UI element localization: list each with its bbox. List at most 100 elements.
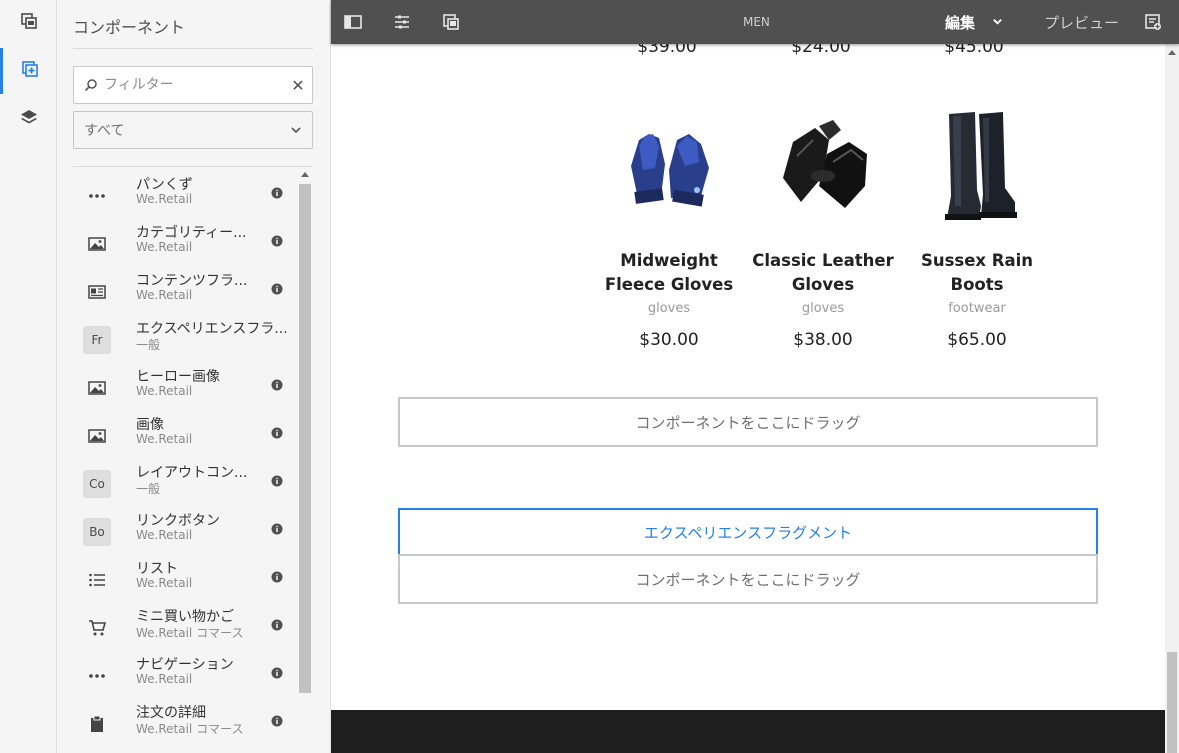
- info-icon[interactable]: [271, 712, 283, 727]
- editor-toolbar: MEN 編集 プレビュー: [331, 0, 1179, 44]
- info-icon[interactable]: [271, 616, 283, 631]
- emulator-icon[interactable]: [442, 13, 460, 31]
- component-group: We.Retail: [136, 192, 193, 206]
- component-abbr-badge: Fr: [83, 326, 111, 354]
- product-name[interactable]: Classic Leather Gloves: [748, 249, 898, 297]
- product-name[interactable]: Midweight Fleece Gloves: [594, 249, 744, 297]
- mode-selector[interactable]: 編集: [945, 12, 975, 33]
- chevron-down-icon[interactable]: [992, 16, 1003, 27]
- component-group: We.Retail: [136, 432, 193, 446]
- list-divider: [73, 166, 313, 167]
- info-icon[interactable]: [271, 472, 283, 487]
- panel-title: コンポーネント: [73, 18, 186, 37]
- component-abbr: Bo: [83, 518, 111, 546]
- component-item[interactable]: Fr エクスペリエンスフラ... 一般: [73, 312, 297, 360]
- page-info-icon: [20, 12, 38, 34]
- component-name: レイアウトコン...: [136, 465, 248, 481]
- info-icon[interactable]: [271, 232, 283, 247]
- page-canvas: $39.00 $24.00 $45.00 Midweight Fleece Gl…: [331, 44, 1165, 753]
- image-icon: [83, 374, 111, 402]
- component-item[interactable]: ヒーロー画像 We.Retail: [73, 360, 297, 408]
- layers-rail-button[interactable]: [0, 96, 57, 142]
- product-price: $65.00: [947, 330, 1007, 350]
- experience-fragment-component[interactable]: エクスペリエンスフラグメント: [398, 508, 1098, 556]
- page-title: MEN: [743, 15, 770, 29]
- panel-scroll-thumb[interactable]: [299, 184, 311, 693]
- product-card[interactable]: Classic Leather Gloves gloves $38.00: [748, 106, 898, 350]
- product-card[interactable]: Sussex Rain Boots footwear $65.00: [902, 106, 1052, 350]
- component-item[interactable]: 画像 We.Retail: [73, 408, 297, 456]
- info-icon[interactable]: [271, 520, 283, 535]
- page-info-rail-button[interactable]: [0, 0, 57, 46]
- info-icon[interactable]: [271, 280, 283, 295]
- product-category: gloves: [801, 301, 845, 316]
- components-icon: [21, 60, 39, 82]
- component-dropzone[interactable]: コンポーネントをここにドラッグ: [398, 554, 1098, 604]
- content-scroll-thumb[interactable]: [1167, 652, 1177, 753]
- component-name: コンテンツフラ...: [136, 273, 248, 289]
- blue-gloves-image: [631, 134, 709, 207]
- scroll-up-arrow[interactable]: [301, 172, 309, 177]
- panel-scrollbar[interactable]: [298, 170, 312, 753]
- component-item[interactable]: 注文の詳細 We.Retail コマース: [73, 696, 297, 744]
- page-properties-icon[interactable]: [393, 13, 411, 31]
- product-price: $45.00: [944, 44, 1004, 57]
- component-dropzone[interactable]: コンポーネントをここにドラッグ: [398, 397, 1098, 447]
- component-abbr-badge: Co: [83, 470, 111, 498]
- component-abbr: Fr: [83, 326, 111, 354]
- component-name: パンくず: [136, 177, 193, 193]
- info-icon[interactable]: [271, 568, 283, 583]
- component-item[interactable]: パンくず We.Retail: [73, 168, 297, 216]
- product-name[interactable]: Sussex Rain Boots: [902, 249, 1052, 297]
- more-horizontal-icon: [83, 182, 111, 210]
- side-rail: [0, 0, 57, 753]
- component-list: パンくず We.Retail カテゴリティー... We.Retail コンテンツフラ.…: [73, 168, 297, 753]
- preview-button[interactable]: プレビュー: [1044, 12, 1119, 33]
- component-item[interactable]: カテゴリティー... We.Retail: [73, 216, 297, 264]
- component-group: 一般: [136, 338, 161, 352]
- product-category: gloves: [647, 301, 691, 316]
- component-group: We.Retail: [136, 672, 193, 686]
- component-name: 画像: [136, 417, 164, 433]
- component-group: We.Retail: [136, 384, 193, 398]
- panel-divider: [73, 48, 313, 49]
- component-abbr: Co: [83, 470, 111, 498]
- component-item[interactable]: Co レイアウトコン... 一般: [73, 456, 297, 504]
- component-group: We.Retail: [136, 240, 193, 254]
- group-select-value: すべて: [84, 123, 125, 139]
- component-item[interactable]: コンテンツフラ... We.Retail: [73, 264, 297, 312]
- clipboard-icon: [83, 710, 111, 738]
- component-item[interactable]: ミニ買い物かご We.Retail コマース: [73, 600, 297, 648]
- component-group: We.Retail: [136, 288, 193, 302]
- scroll-up-arrow[interactable]: [1168, 50, 1176, 55]
- info-icon[interactable]: [271, 424, 283, 439]
- info-icon[interactable]: [271, 376, 283, 391]
- component-name: カテゴリティー...: [136, 225, 247, 241]
- component-item[interactable]: ナビゲーション We.Retail: [73, 648, 297, 696]
- chevron-down-icon: [291, 127, 301, 134]
- components-rail-button[interactable]: [0, 48, 57, 94]
- search-icon: [84, 79, 97, 92]
- component-group: We.Retail コマース: [136, 722, 244, 736]
- product-category: footwear: [948, 301, 1006, 316]
- filter-input[interactable]: [104, 77, 284, 93]
- rain-boots-image: [945, 112, 1017, 220]
- component-item[interactable]: Bo リンクボタン We.Retail: [73, 504, 297, 552]
- more-horizontal-icon: [83, 662, 111, 690]
- filter-field[interactable]: ✕: [73, 66, 313, 104]
- component-name: ナビゲーション: [136, 657, 234, 673]
- group-select[interactable]: すべて: [73, 111, 313, 149]
- product-card[interactable]: Midweight Fleece Gloves gloves $30.00: [594, 106, 744, 350]
- content-scrollbar[interactable]: [1165, 44, 1179, 753]
- component-name: ヒーロー画像: [136, 369, 220, 385]
- info-icon[interactable]: [271, 664, 283, 679]
- info-icon[interactable]: [271, 184, 283, 199]
- image-icon: [83, 230, 111, 258]
- component-item[interactable]: リスト We.Retail: [73, 552, 297, 600]
- clear-icon[interactable]: ✕: [284, 76, 312, 95]
- editor-app: コンポーネント ✕ すべて パンくずWe.Retailカテゴリティー...We.…: [0, 0, 1179, 753]
- annotations-icon[interactable]: [1144, 13, 1162, 31]
- component-name: リスト: [136, 561, 178, 577]
- black-leather-gloves-image: [783, 120, 867, 208]
- side-panel-toggle-icon[interactable]: [344, 13, 362, 31]
